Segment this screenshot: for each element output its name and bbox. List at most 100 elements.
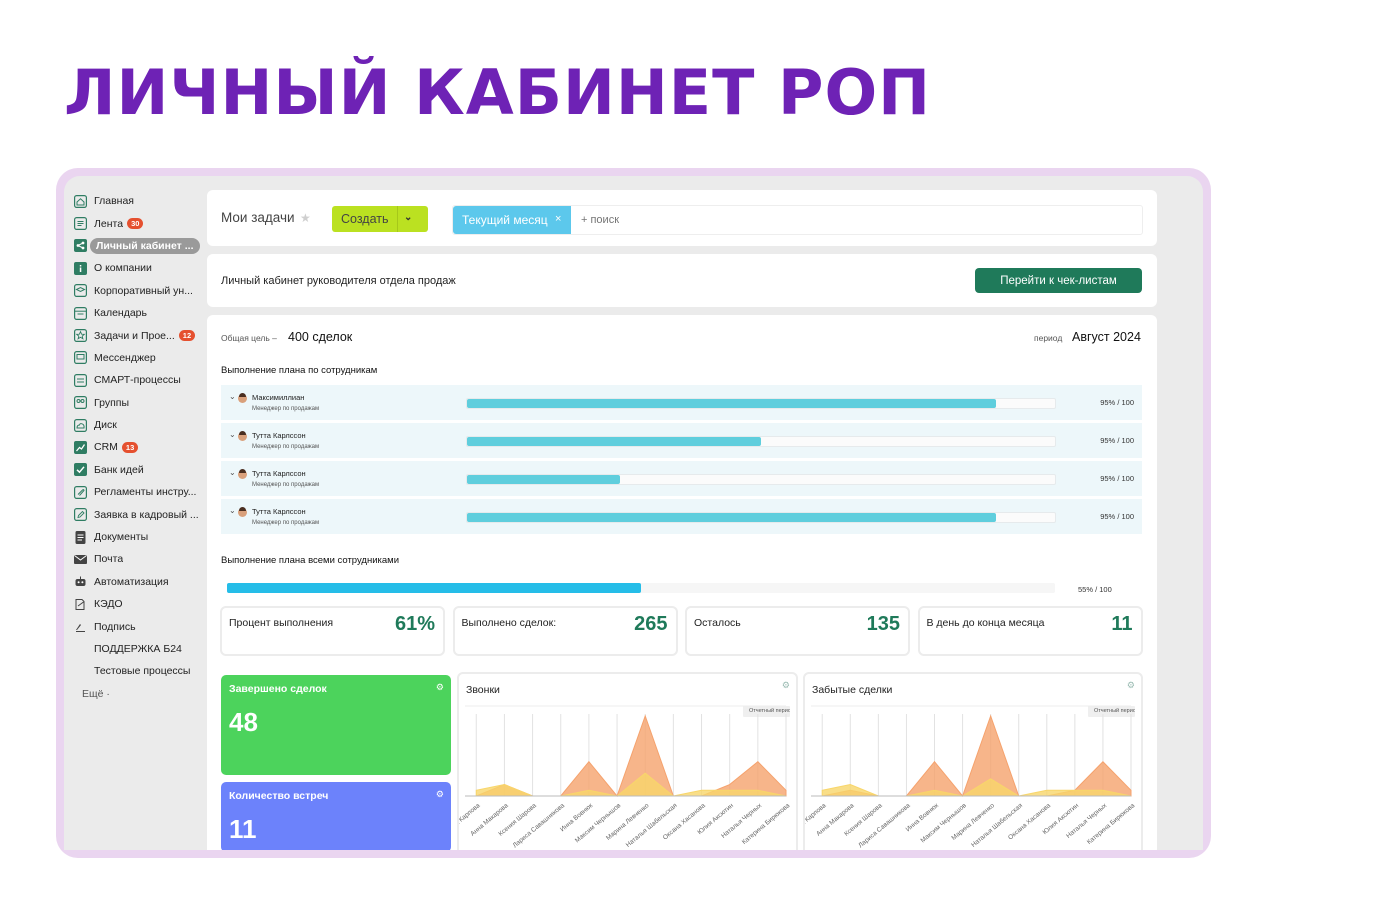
- create-button-label: Создать: [341, 212, 389, 226]
- employee-progress-fill: [467, 513, 997, 522]
- search-input[interactable]: [581, 214, 881, 226]
- sidebar-item-feed[interactable]: Лента 30: [64, 212, 202, 234]
- employee-score: 95% / 100: [1100, 512, 1134, 521]
- employee-progress-track: [466, 398, 1056, 409]
- notification-badge: 30: [127, 218, 144, 230]
- sidebar-item-label: Диск: [94, 419, 117, 432]
- employee-progress-fill: [467, 437, 761, 446]
- sidebar-item-label: Задачи и Прое...: [94, 329, 175, 342]
- sidebar-more-link[interactable]: Ещё ·: [64, 683, 202, 705]
- sidebar-item-share[interactable]: Личный кабинет ...: [64, 235, 202, 257]
- sidebar-item-label: Заявка в кадровый ...: [94, 508, 199, 521]
- sidebar-item-info[interactable]: О компании: [64, 257, 202, 279]
- page-headline: ЛИЧНЫЙ КАБИНЕТ РОП: [64, 56, 932, 129]
- sidebar-item-chat[interactable]: Мессенджер: [64, 347, 202, 369]
- sidebar-item-label: О компании: [94, 262, 152, 275]
- home-icon: [74, 194, 87, 208]
- chat-icon: [74, 351, 87, 365]
- kpi-value: 61%: [394, 613, 435, 635]
- sidebar-item-calendar[interactable]: Календарь: [64, 302, 202, 324]
- sidebar-item-graduation[interactable]: Корпоративный ун...: [64, 280, 202, 302]
- sidebar-item-groups[interactable]: Группы: [64, 392, 202, 414]
- kpi-label: Процент выполнения: [229, 617, 334, 629]
- sidebar-item-edit[interactable]: Заявка в кадровый ...: [64, 503, 202, 525]
- sidebar-item-chart[interactable]: CRM 13: [64, 436, 202, 458]
- sidebar-item-link[interactable]: Тестовые процессы: [64, 660, 202, 682]
- sidebar-item-label: Группы: [94, 396, 129, 409]
- employee-role: Менеджер по продажам: [252, 406, 320, 412]
- sidebar-item-label: Банк идей: [94, 463, 144, 476]
- employee-row[interactable]: ⌄ Тутта Карлссон Менеджер по продажам 95% /…: [221, 499, 1142, 534]
- series-area: [822, 714, 1132, 798]
- document-icon: [74, 530, 87, 544]
- sidebar-item-label: Личный кабинет ...: [90, 237, 200, 254]
- filter-tag[interactable]: Текущий месяц ×: [453, 206, 571, 234]
- sidebar-item-label: Документы: [94, 531, 149, 544]
- gear-icon[interactable]: ⚙: [436, 682, 444, 693]
- signature-icon: [74, 620, 87, 633]
- sidebar-item-label: Корпоративный ун...: [94, 284, 193, 297]
- kpi-card: В день до конца месяца 11: [917, 606, 1143, 656]
- sidebar-more-label: Ещё ·: [82, 687, 110, 700]
- employee-row[interactable]: ⌄ Тутта Карлссон Менеджер по продажам 95% /…: [221, 423, 1142, 458]
- chevron-down-icon[interactable]: ⌄: [404, 212, 412, 223]
- sidebar-item-label: Лента: [94, 217, 124, 230]
- sign-doc-icon: [74, 598, 87, 611]
- sidebar-item-home[interactable]: Главная: [64, 190, 202, 212]
- robot-icon: [74, 575, 87, 588]
- chevron-down-icon[interactable]: ⌄: [229, 392, 236, 401]
- tasks-title[interactable]: Мои задачи: [221, 210, 295, 225]
- sidebar-item-robot[interactable]: Автоматизация: [64, 571, 202, 593]
- sidebar: Главная Лента 30 Личный кабинет ... О компан…: [64, 190, 202, 705]
- sidebar-item-process[interactable]: СМАРТ-процессы: [64, 369, 202, 391]
- sidebar-item-sign-doc[interactable]: КЭДО: [64, 593, 202, 615]
- employee-score: 95% / 100: [1100, 398, 1134, 407]
- sidebar-item-label: ПОДДЕРЖКА Б24: [94, 643, 182, 655]
- x-tick-label: Наталья Шабельская: [970, 801, 1025, 849]
- period-value[interactable]: Август 2024: [1072, 330, 1141, 344]
- employee-name: Тутта Карлссон: [252, 469, 306, 478]
- chevron-down-icon[interactable]: ⌄: [229, 430, 236, 439]
- search-box[interactable]: Текущий месяц ×: [452, 205, 1143, 235]
- sidebar-item-attach[interactable]: Регламенты инстру...: [64, 481, 202, 503]
- sidebar-item-document[interactable]: Документы: [64, 526, 202, 548]
- sidebar-item-label: Календарь: [94, 307, 147, 320]
- kpi-value: 265: [634, 613, 668, 635]
- sidebar-item-check[interactable]: Банк идей: [64, 459, 202, 481]
- chevron-down-icon[interactable]: ⌄: [229, 468, 236, 477]
- process-icon: [74, 373, 87, 387]
- check-icon: [74, 463, 87, 477]
- sidebar-item-mail[interactable]: Почта: [64, 548, 202, 570]
- mail-icon: [74, 553, 87, 566]
- sidebar-item-star[interactable]: Задачи и Прое... 12: [64, 324, 202, 346]
- total-progress-fill: [227, 583, 641, 593]
- star-icon: [74, 329, 87, 343]
- employees-section-title: Выполнение плана по сотрудникам: [221, 365, 378, 376]
- employee-name: Тутта Карлссон: [252, 507, 306, 516]
- gear-icon[interactable]: ⚙: [436, 789, 444, 800]
- sidebar-item-link[interactable]: ПОДДЕРЖКА Б24: [64, 638, 202, 660]
- employee-name: Максимиллиан: [252, 393, 305, 402]
- employee-role: Менеджер по продажам: [252, 482, 320, 488]
- stat-tile[interactable]: Завершено сделок 48 ⚙: [221, 675, 451, 775]
- employee-row[interactable]: ⌄ Максимиллиан Менеджер по продажам 95% / 1…: [221, 385, 1142, 420]
- kpi-card: Выполнено сделок: 265: [452, 606, 678, 656]
- chart-svg: на КарповаАнна МакароваКсения ШароваЛари…: [459, 705, 792, 849]
- employee-row[interactable]: ⌄ Тутта Карлссон Менеджер по продажам 95% /…: [221, 461, 1142, 496]
- kpi-value: 11: [1111, 613, 1133, 635]
- info-icon: [74, 261, 87, 275]
- sidebar-item-cloud[interactable]: Диск: [64, 414, 202, 436]
- favorite-star-icon[interactable]: ★: [300, 211, 311, 225]
- chevron-down-icon[interactable]: ⌄: [229, 506, 236, 515]
- employee-progress-fill: [467, 399, 997, 408]
- employee-progress-track: [466, 436, 1056, 447]
- checklists-button[interactable]: Перейти к чек-листам: [975, 268, 1142, 293]
- stat-tile[interactable]: Количество встреч 11 ⚙: [221, 782, 451, 850]
- create-button[interactable]: Создать ⌄: [332, 206, 428, 232]
- sidebar-item-signature[interactable]: Подпись: [64, 615, 202, 637]
- close-icon[interactable]: ×: [555, 213, 561, 225]
- avatar: [238, 507, 247, 517]
- chart-svg: на КарповаАнна МакароваКсения ШароваЛари…: [805, 705, 1137, 849]
- avatar: [238, 469, 247, 479]
- kpi-label: Осталось: [694, 617, 741, 629]
